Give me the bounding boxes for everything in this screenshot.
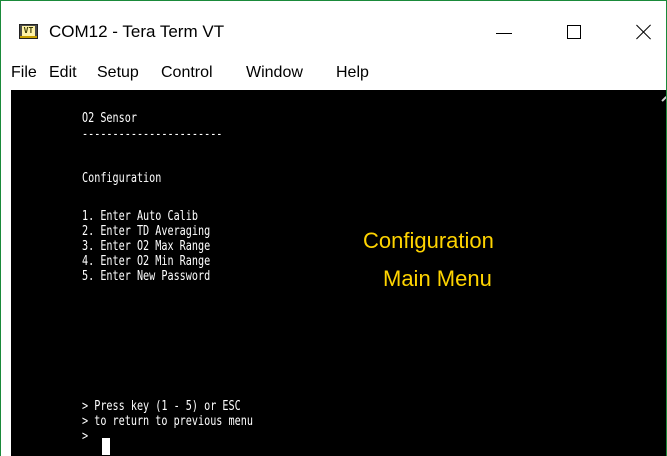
- terminal-line-section: Configuration: [82, 171, 162, 186]
- maximize-icon: [567, 25, 581, 39]
- menu-edit[interactable]: Edit: [49, 64, 77, 82]
- terminal-option-4: 4. Enter O2 Min Range: [82, 254, 211, 269]
- terminal-cursor: [102, 438, 110, 455]
- menu-file[interactable]: File: [11, 64, 37, 82]
- terminal-screen[interactable]: O2 Sensor ----------------------- Config…: [11, 90, 666, 456]
- teraterm-vt-icon[interactable]: VT: [19, 24, 38, 39]
- close-button[interactable]: [621, 15, 666, 49]
- window-title: COM12 - Tera Term VT: [49, 22, 225, 41]
- terminal-prompt-line-3: >: [82, 429, 89, 444]
- menu-setup[interactable]: Setup: [97, 64, 139, 82]
- menu-window[interactable]: Window: [246, 64, 303, 82]
- minimize-icon: [496, 32, 512, 34]
- annotation-line-1: Configuration: [363, 228, 494, 253]
- terminal-option-3: 3. Enter O2 Max Range: [82, 239, 211, 254]
- annotation-line-2: Main Menu: [383, 266, 492, 291]
- title-bar[interactable]: VT COM12 - Tera Term VT: [1, 1, 666, 59]
- scroll-up-arrow-icon[interactable]: [658, 92, 666, 104]
- teraterm-window: VT COM12 - Tera Term VT File Edit Setup …: [0, 0, 667, 456]
- terminal-option-5: 5. Enter New Password: [82, 269, 211, 284]
- terminal-option-1: 1. Enter Auto Calib: [82, 209, 199, 224]
- terminal-line-divider: -----------------------: [82, 127, 223, 142]
- menu-bar: File Edit Setup Control Window Help: [1, 59, 666, 89]
- terminal-line-heading: O2 Sensor: [82, 111, 137, 126]
- minimize-button[interactable]: [481, 15, 527, 49]
- maximize-button[interactable]: [551, 15, 597, 49]
- vt-icon-label: VT: [22, 26, 35, 36]
- menu-control[interactable]: Control: [161, 64, 213, 82]
- terminal-option-2: 2. Enter TD Averaging: [82, 224, 211, 239]
- close-icon: [636, 24, 652, 40]
- terminal-prompt-line-1: > Press key (1 - 5) or ESC: [82, 399, 241, 414]
- terminal-prompt-line-2: > to return to previous menu: [82, 414, 253, 429]
- menu-help[interactable]: Help: [336, 64, 369, 82]
